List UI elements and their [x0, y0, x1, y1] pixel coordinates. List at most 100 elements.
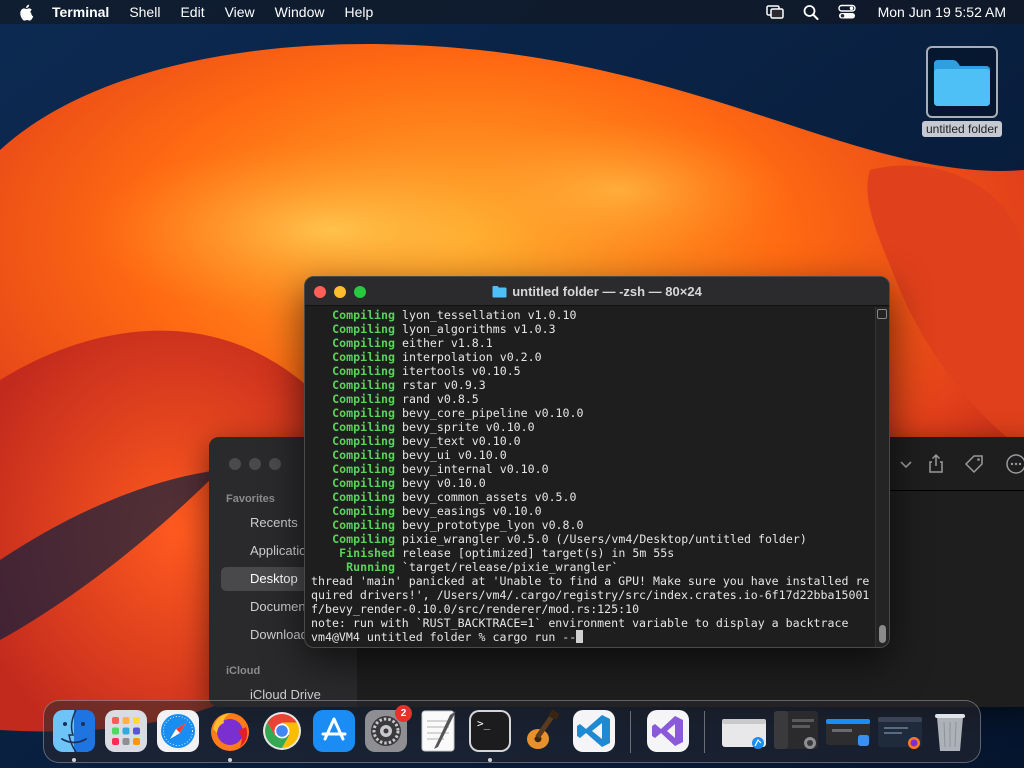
terminal-line-text: bevy_core_pipeline v0.10.0 [402, 406, 584, 420]
terminal-line: note: run with `RUST_BACKTRACE=1` enviro… [311, 616, 875, 630]
terminal-line: Compiling lyon_tessellation v1.0.10 [311, 308, 875, 322]
dock-finder-icon[interactable] [52, 709, 96, 753]
more-options-icon[interactable] [1005, 453, 1024, 475]
terminal-line-text: bevy v0.10.0 [402, 476, 486, 490]
dock-visual-studio-icon[interactable] [646, 709, 690, 753]
dock-minimized-finder-window[interactable] [720, 709, 768, 753]
terminal-line: Compiling bevy_sprite v0.10.0 [311, 420, 875, 434]
scroll-thumb[interactable] [879, 625, 886, 643]
terminal-line-keyword: Compiling [332, 378, 395, 392]
terminal-line-keyword: Compiling [332, 504, 395, 518]
dock-garageband-icon[interactable] [520, 709, 564, 753]
dock-separator-2 [704, 711, 705, 753]
dock-firefox-running-dot [228, 758, 232, 762]
terminal-line-text: interpolation v0.2.0 [402, 350, 542, 364]
terminal-line-keyword: Compiling [332, 308, 395, 322]
dock-terminal[interactable]: >_ [468, 709, 512, 753]
dock-system-settings[interactable]: 2 [364, 705, 412, 753]
dock-launchpad-icon[interactable] [104, 709, 148, 753]
terminal-line-text: bevy_sprite v0.10.0 [402, 420, 535, 434]
dock-textedit-icon[interactable] [416, 709, 460, 753]
terminal-line-text: rstar v0.9.3 [402, 378, 486, 392]
dock-minimized-firefox-window[interactable] [876, 709, 924, 753]
terminal-line: Running `target/release/pixie_wrangler` [311, 560, 875, 574]
terminal-line-text: itertools v0.10.5 [402, 364, 521, 378]
dock-terminal-icon [469, 710, 511, 752]
terminal-line-keyword: Compiling [332, 350, 395, 364]
terminal-line: thread 'main' panicked at 'Unable to fin… [311, 574, 875, 588]
terminal-line-keyword: Compiling [332, 476, 395, 490]
finder-window-controls [229, 458, 289, 470]
terminal-line-text: bevy_common_assets v0.5.0 [402, 490, 577, 504]
sidebar-section-icloud: iCloud [226, 665, 261, 677]
dock-safari-icon[interactable] [156, 709, 200, 753]
terminal-line: quired drivers!', /Users/vm4/.cargo/regi… [311, 588, 875, 602]
terminal-line-keyword: Compiling [332, 406, 395, 420]
apple-menu-icon[interactable] [18, 3, 36, 21]
desktop-folder-item[interactable]: untitled folder [914, 46, 1010, 138]
dock-terminal-running-dot [488, 758, 492, 762]
menu-help[interactable]: Help [344, 4, 373, 20]
terminal-cursor [576, 630, 584, 643]
menu-edit[interactable]: Edit [180, 4, 204, 20]
dock-vscode-icon[interactable] [572, 709, 616, 753]
terminal-line: Compiling bevy_internal v0.10.0 [311, 462, 875, 476]
screen-mirror-icon[interactable] [765, 4, 784, 20]
dock-app-store-icon[interactable] [312, 709, 356, 753]
terminal-line-keyword: Running [346, 560, 395, 574]
search-icon[interactable] [802, 4, 820, 20]
finder-close-button[interactable] [229, 458, 241, 470]
finder-minimize-button[interactable] [249, 458, 261, 470]
dock-minimized-settings-window[interactable] [772, 709, 820, 753]
terminal-prompt-line[interactable]: vm4@VM4 untitled folder % cargo run -- [311, 630, 875, 644]
chevron-down-icon[interactable] [895, 453, 917, 475]
share-icon[interactable] [925, 453, 947, 475]
terminal-line: Compiling bevy_prototype_lyon v0.8.0 [311, 518, 875, 532]
dock-separator [630, 711, 631, 753]
terminal-line-keyword: Compiling [332, 532, 395, 546]
terminal-window[interactable]: untitled folder — -zsh — 80×24 Compiling… [304, 276, 890, 648]
dock-chrome-icon[interactable] [260, 709, 304, 753]
terminal-output[interactable]: Compiling lyon_tessellation v1.0.10 Compil… [305, 307, 875, 647]
scroll-marker-icon[interactable] [877, 309, 887, 319]
terminal-line: Compiling rstar v0.9.3 [311, 378, 875, 392]
menu-bar: Terminal Shell Edit View Window Help Mon… [0, 0, 1024, 24]
dock-firefox-icon[interactable] [208, 709, 252, 753]
terminal-line-text: rand v0.8.5 [402, 392, 479, 406]
terminal-prompt: vm4@VM4 untitled folder % cargo run -- [311, 630, 577, 644]
control-center-icon[interactable] [837, 4, 856, 20]
folder-label: untitled folder [921, 121, 1003, 137]
menu-clock[interactable]: Mon Jun 19 5:52 AM [878, 4, 1006, 20]
terminal-line: Compiling rand v0.8.5 [311, 392, 875, 406]
terminal-scrollbar[interactable] [875, 307, 889, 647]
terminal-line-keyword: Compiling [332, 462, 395, 476]
terminal-line-text: quired drivers!', /Users/vm4/.cargo/regi… [311, 588, 870, 602]
terminal-line-text: release [optimized] target(s) in 5m 55s [402, 546, 675, 560]
terminal-title-text: untitled folder — -zsh — 80×24 [512, 284, 702, 299]
menu-window[interactable]: Window [275, 4, 325, 20]
terminal-line-text: pixie_wrangler v0.5.0 (/Users/vm4/Deskto… [402, 532, 807, 546]
terminal-line-keyword: Compiling [332, 322, 395, 336]
menu-view[interactable]: View [225, 4, 255, 20]
terminal-title: untitled folder — -zsh — 80×24 [305, 284, 889, 299]
terminal-line: Compiling bevy_ui v0.10.0 [311, 448, 875, 462]
terminal-line-keyword: Compiling [332, 518, 395, 532]
terminal-line-keyword: Compiling [332, 434, 395, 448]
dock-minimized-finder-window-2[interactable] [824, 709, 872, 753]
menu-app-name[interactable]: Terminal [52, 4, 109, 20]
dock-trash-icon[interactable] [928, 709, 972, 753]
terminal-line-keyword: Compiling [332, 336, 395, 350]
finder-zoom-button[interactable] [269, 458, 281, 470]
terminal-titlebar[interactable]: untitled folder — -zsh — 80×24 [305, 277, 889, 306]
terminal-line-text: thread 'main' panicked at 'Unable to fin… [311, 574, 870, 588]
terminal-line-text: f/bevy_render-0.10.0/src/renderer/mod.rs… [311, 602, 640, 616]
tag-icon[interactable] [963, 453, 985, 475]
terminal-line-text: `target/release/pixie_wrangler` [402, 560, 619, 574]
terminal-line-text: note: run with `RUST_BACKTRACE=1` enviro… [311, 616, 849, 630]
terminal-line: Compiling pixie_wrangler v0.5.0 (/Users/v… [311, 532, 875, 546]
folder-icon [934, 60, 990, 106]
terminal-line: Finished release [optimized] target(s) in… [311, 546, 875, 560]
menu-shell[interactable]: Shell [129, 4, 160, 20]
sidebar-section-favorites: Favorites [226, 493, 275, 505]
terminal-line-keyword: Compiling [332, 392, 395, 406]
